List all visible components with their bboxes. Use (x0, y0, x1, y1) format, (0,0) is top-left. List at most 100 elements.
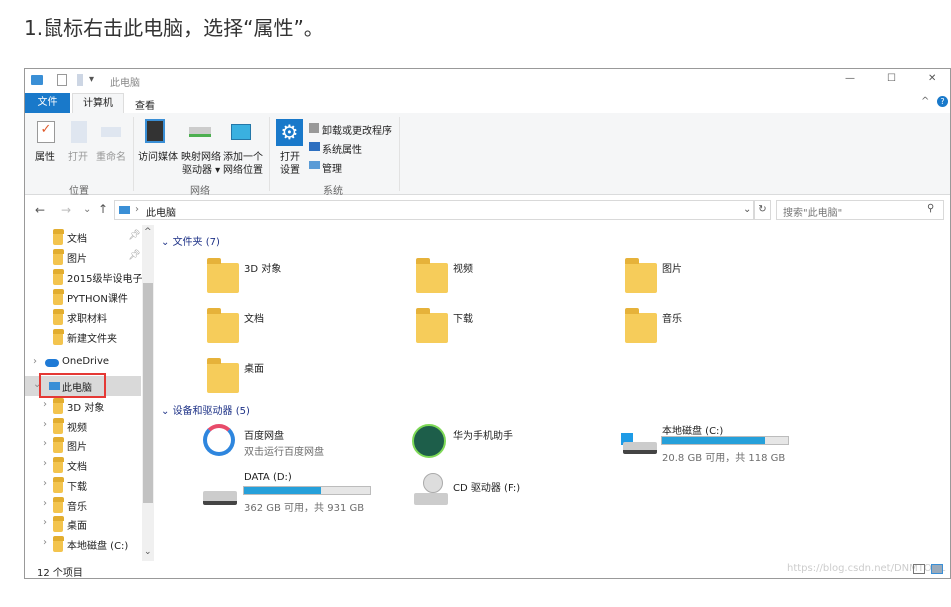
expand-chevron-icon[interactable]: › (33, 356, 37, 367)
nav-item-pc-child[interactable]: › 图片 (25, 435, 140, 455)
divider (399, 117, 400, 191)
folder-name: 图片 (662, 264, 682, 275)
nav-item-onedrive[interactable]: › OneDrive (25, 353, 140, 373)
search-input[interactable]: 搜索"此电脑" ⚲ (776, 200, 944, 220)
uninstall-program-button[interactable]: 卸载或更改程序 (322, 122, 392, 137)
devices-group-header[interactable]: ⌄ 设备和驱动器 (5) (161, 402, 250, 417)
map-network-drive-button-line2[interactable]: 驱动器 ▾ (182, 161, 220, 176)
folder-icon (53, 496, 64, 513)
nav-item-this-pc[interactable]: ⌄ 此电脑 (25, 373, 141, 398)
nav-item-pictures[interactable]: 图片 📌︎ (25, 247, 141, 267)
refresh-button[interactable]: ↻ (754, 200, 771, 220)
close-button[interactable]: ✕ (928, 73, 936, 84)
tab-view[interactable]: 查看 (135, 97, 155, 112)
new-folder-quick-icon[interactable] (77, 74, 83, 86)
nav-item-folder[interactable]: 新建文件夹 (25, 327, 140, 347)
device-name[interactable]: 本地磁盘 (C:) (662, 422, 723, 437)
folder-icon (625, 308, 657, 343)
expand-chevron-icon[interactable]: › (43, 537, 47, 548)
nav-item-pc-child[interactable]: › 视频 (25, 416, 140, 436)
nav-label: 视频 (67, 422, 87, 434)
breadcrumb-this-pc[interactable]: 此电脑 (146, 204, 176, 219)
device-name[interactable]: 百度网盘 (244, 427, 284, 442)
folder-item[interactable]: 下载 (416, 307, 566, 347)
folder-name: 下载 (453, 314, 473, 325)
device-name[interactable]: DATA (D:) (244, 472, 292, 483)
tab-computer[interactable]: 计算机 (72, 93, 124, 114)
folder-icon (53, 398, 64, 414)
maximize-button[interactable]: ☐ (887, 73, 896, 84)
expand-chevron-icon[interactable]: › (43, 517, 47, 528)
quick-access-dropdown-icon[interactable]: ▾ (89, 74, 94, 85)
access-media-button[interactable]: 访问媒体 (138, 148, 178, 163)
nav-item-pc-child[interactable]: › 本地磁盘 (C:) (25, 534, 140, 554)
up-button[interactable]: ↑ (98, 202, 108, 216)
item-count: 12 个项目 (37, 568, 83, 579)
local-disk-icon (623, 442, 657, 454)
nav-item-documents[interactable]: 文档 📌︎ (25, 227, 141, 247)
nav-item-folder[interactable]: PYTHON课件 (25, 287, 140, 307)
nav-item-pc-child[interactable]: › 下载 (25, 475, 140, 495)
open-settings-button-line2[interactable]: 设置 (280, 161, 300, 176)
large-icons-view-button[interactable] (931, 564, 943, 574)
rename-button[interactable]: 重命名 (96, 148, 126, 163)
system-properties-button[interactable]: 系统属性 (322, 141, 362, 156)
expand-chevron-icon[interactable]: › (43, 399, 47, 410)
open-button[interactable]: 打开 (68, 148, 88, 163)
details-view-button[interactable] (913, 564, 925, 574)
collapse-icon: ⌄ (161, 237, 173, 248)
folders-group-header[interactable]: ⌄ 文件夹 (7) (161, 233, 220, 248)
media-icon (145, 119, 165, 143)
minimize-button[interactable]: — (845, 73, 855, 84)
folder-icon (53, 457, 64, 474)
rename-icon (101, 127, 121, 137)
recent-locations-button[interactable]: ⌄ (83, 204, 91, 215)
address-dropdown-icon[interactable]: ⌄ (743, 204, 751, 215)
folder-icon (416, 308, 448, 343)
expand-chevron-icon[interactable]: › (43, 438, 47, 449)
collapse-ribbon-icon[interactable]: ^ (921, 96, 929, 107)
folder-item[interactable]: 文档 (207, 307, 357, 347)
add-network-location-button-line2[interactable]: 网络位置 (223, 161, 263, 176)
folder-icon (53, 476, 64, 493)
forward-button[interactable]: → (61, 203, 71, 217)
scroll-down-icon[interactable]: ⌄ (144, 547, 152, 557)
folder-icon (207, 358, 239, 393)
back-button[interactable]: ← (35, 203, 45, 217)
expand-chevron-icon[interactable]: › (43, 458, 47, 469)
folder-item[interactable]: 3D 对象 (207, 257, 357, 297)
help-icon[interactable]: ? (937, 96, 948, 107)
nav-item-pc-child[interactable]: › 音乐 (25, 495, 140, 515)
folder-item[interactable]: 图片 (625, 257, 775, 297)
folder-icon (53, 535, 64, 552)
folder-item[interactable]: 音乐 (625, 307, 775, 347)
folder-name: 文档 (244, 314, 264, 325)
nav-item-pc-child[interactable]: › 3D 对象 (25, 396, 140, 416)
divider (269, 117, 270, 191)
nav-label: 2015级毕设电子 (67, 274, 143, 285)
folder-item[interactable]: 视频 (416, 257, 566, 297)
properties-button[interactable]: 属性 (35, 148, 55, 163)
nav-item-pc-child[interactable]: › 桌面 (25, 514, 140, 534)
scrollbar-thumb[interactable] (143, 283, 153, 503)
properties-quick-icon[interactable] (57, 74, 67, 86)
tab-file[interactable]: 文件 (25, 93, 70, 113)
expand-chevron-icon[interactable]: › (43, 478, 47, 489)
nav-label: PYTHON课件 (67, 294, 128, 305)
device-name[interactable]: CD 驱动器 (F:) (453, 479, 520, 494)
device-subtitle: 362 GB 可用，共 931 GB (244, 503, 365, 514)
folder-item[interactable]: 桌面 (207, 357, 357, 397)
expand-chevron-icon[interactable]: › (43, 498, 47, 509)
nav-item-pc-child[interactable]: › 文档 (25, 455, 140, 475)
address-bar[interactable]: › 此电脑 ⌄ (114, 200, 754, 220)
nav-item-folder[interactable]: 2015级毕设电子 (25, 267, 143, 287)
nav-scrollbar[interactable]: ^ ⌄ (142, 225, 154, 561)
nav-item-folder[interactable]: 求职材料 (25, 307, 140, 327)
expand-chevron-icon[interactable]: › (43, 419, 47, 430)
search-icon: ⚲ (927, 203, 935, 214)
device-name[interactable]: 华为手机助手 (453, 427, 513, 442)
settings-gear-icon: ⚙ (276, 119, 303, 146)
scroll-up-icon[interactable]: ^ (144, 227, 152, 237)
manage-button[interactable]: 管理 (322, 160, 342, 175)
cd-drive-icon (414, 493, 448, 505)
